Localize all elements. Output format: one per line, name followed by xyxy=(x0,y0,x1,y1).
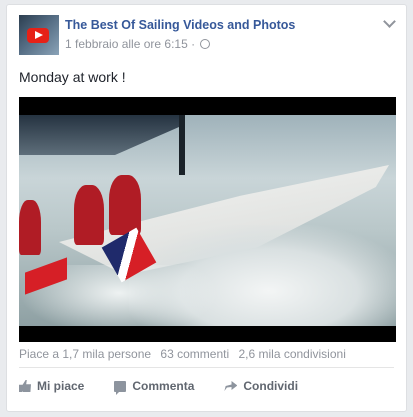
video-player[interactable] xyxy=(19,97,396,342)
avatar[interactable] xyxy=(19,15,59,55)
crew-member xyxy=(109,175,141,235)
meta-separator: · xyxy=(191,37,196,51)
crew-member xyxy=(74,185,104,245)
shares-count[interactable]: 2,6 mila condivisioni xyxy=(238,347,345,361)
page-name-link[interactable]: The Best Of Sailing Videos and Photos xyxy=(65,18,295,32)
chevron-down-icon[interactable] xyxy=(383,15,396,28)
share-button[interactable]: Condividi xyxy=(224,379,298,393)
comment-button[interactable]: Commenta xyxy=(114,379,195,395)
globe-icon[interactable] xyxy=(200,39,211,49)
post-text: Monday at work ! xyxy=(19,69,126,85)
mast-shape xyxy=(179,115,185,175)
sail-shape xyxy=(19,115,179,155)
youtube-icon xyxy=(27,28,49,43)
video-frame xyxy=(19,115,396,326)
crew-member xyxy=(19,200,41,255)
timestamp-link[interactable]: 1 febbraio alle ore 6:15 xyxy=(65,37,188,51)
post-card: The Best Of Sailing Videos and Photos 1 … xyxy=(6,4,407,412)
comment-icon xyxy=(114,380,127,395)
divider xyxy=(19,367,394,368)
post-meta: 1 febbraio alle ore 6:15 · xyxy=(65,37,211,51)
like-button[interactable]: Mi piace xyxy=(19,379,84,393)
like-label: Mi piace xyxy=(37,379,85,393)
action-bar: Mi piace Commenta Condividi xyxy=(19,373,394,399)
comment-label: Commenta xyxy=(132,379,195,393)
comments-count[interactable]: 63 commenti xyxy=(160,347,229,361)
engagement-stats: Piace a 1,7 mila persone 63 commenti 2,6… xyxy=(19,347,352,361)
share-icon xyxy=(224,381,238,391)
share-label: Condividi xyxy=(243,379,299,393)
like-icon xyxy=(19,380,31,392)
likes-count[interactable]: Piace a 1,7 mila persone xyxy=(19,347,151,361)
